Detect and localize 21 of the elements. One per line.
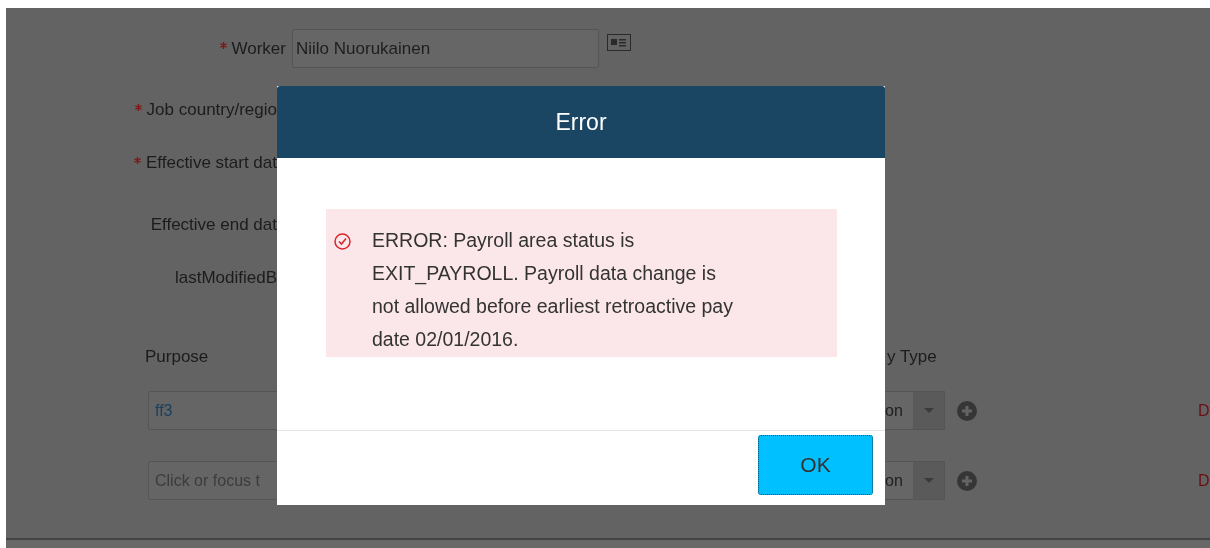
caret-icon (923, 477, 934, 484)
add-icon[interactable] (957, 470, 977, 491)
dialog-title: Error (555, 108, 607, 136)
row-action-link[interactable]: D (1198, 471, 1210, 490)
field-label: Effective start dat (145, 153, 277, 173)
add-icon[interactable] (957, 400, 977, 421)
field-label: Job country/regio (146, 100, 277, 120)
row-action-link[interactable]: D (1198, 401, 1210, 420)
ok-button[interactable]: OK (758, 435, 873, 495)
error-message: ERROR: Payroll area status is EXIT_PAYROLL. Payroll data change is not allowed before earliest retroactive pay date 02/01/2016. (372, 228, 734, 352)
field-label: Effective end dat (150, 215, 277, 235)
contact-card-icon[interactable] (607, 34, 631, 51)
field-label: lastModifiedB (174, 268, 277, 288)
type-dropdown[interactable]: on (885, 391, 945, 430)
field-label: Worker (231, 38, 286, 59)
column-header: y Type (887, 347, 937, 367)
worker-field[interactable]: Niilo Nuorukainen (292, 29, 599, 68)
caret-icon (923, 407, 934, 414)
column-header: Purpose (145, 347, 210, 367)
type-dropdown[interactable]: on (885, 461, 945, 500)
check-circle-icon (334, 233, 351, 250)
